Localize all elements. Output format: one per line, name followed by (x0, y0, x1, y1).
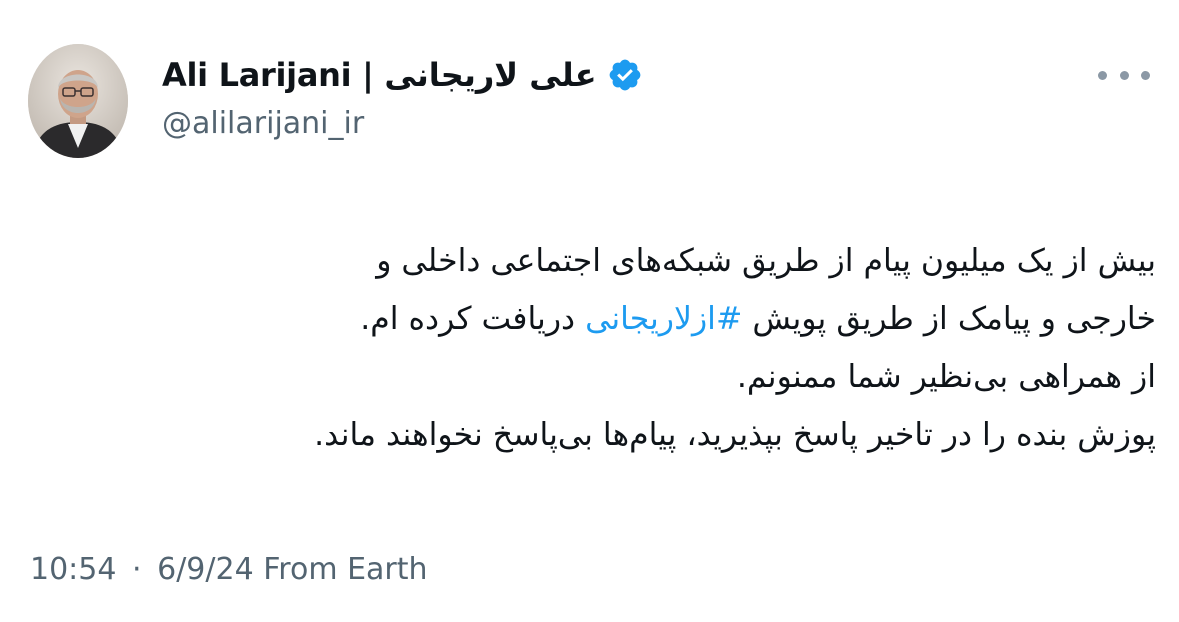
tweet-header: Ali Larijani | علی لاریجانی @alilarijani… (162, 50, 1062, 141)
meta-separator: · (132, 552, 142, 587)
tweet-time[interactable]: 10:54 (30, 552, 116, 587)
verified-badge-icon (607, 57, 643, 93)
tweet-text: بیش از یک میلیون پیام از طریق شبکه‌های ا… (30, 232, 1156, 464)
tweet-text-segment: دریافت کرده ام. (360, 301, 586, 337)
tweet-text-line: از همراهی بی‌نظیر شما ممنونم. (736, 359, 1156, 395)
more-horizontal-icon-dot (1119, 70, 1129, 80)
tweet-text-line: خارجی و پیامک از طریق پویش #ازلاریجانی د… (30, 290, 1156, 348)
more-horizontal-icon-dot (1098, 70, 1107, 80)
avatar[interactable] (28, 44, 128, 158)
hashtag-link[interactable]: #ازلاریجانی (585, 301, 742, 337)
name-row: Ali Larijani | علی لاریجانی (162, 50, 1062, 100)
tweet-metadata: 10:54 · 6/9/24 From Earth (30, 552, 428, 587)
tweet-text-line: بیش از یک میلیون پیام از طریق شبکه‌های ا… (376, 243, 1156, 279)
author-handle[interactable]: @alilarijani_ir (162, 106, 1062, 141)
tweet-card: Ali Larijani | علی لاریجانی @alilarijani… (0, 0, 1179, 622)
tweet-location: From Earth (263, 552, 428, 587)
tweet-text-segment: خارجی و پیامک از طریق پویش (742, 301, 1156, 337)
more-horizontal-icon-dot (1141, 70, 1150, 80)
tweet-date[interactable]: 6/9/24 (157, 552, 254, 587)
avatar-image (28, 44, 128, 158)
author-display-name[interactable]: Ali Larijani | علی لاریجانی (162, 56, 597, 94)
more-options-button[interactable] (1098, 60, 1150, 90)
tweet-text-line: پوزش بنده را در تاخیر پاسخ بپذیرید، پیام… (314, 417, 1156, 453)
